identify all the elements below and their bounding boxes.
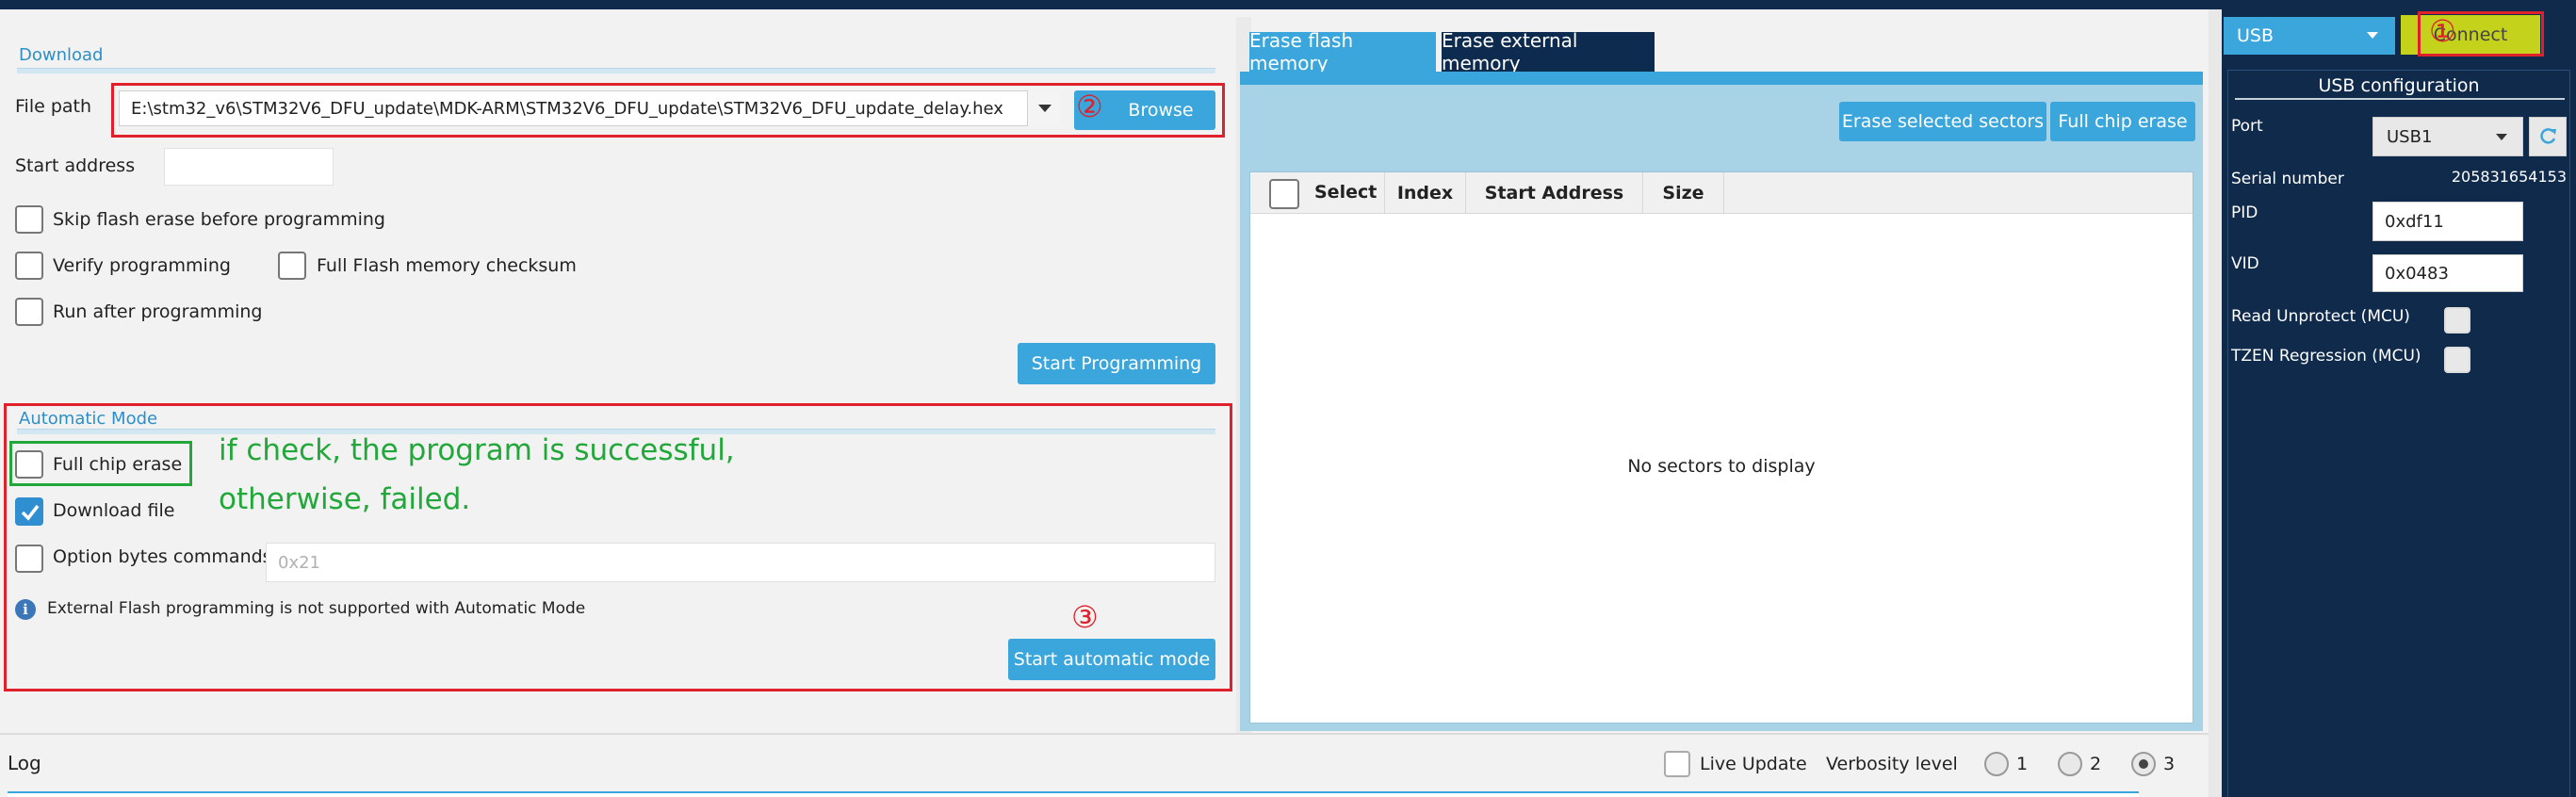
vid-label: VID xyxy=(2231,254,2259,273)
auto-full-chip-erase-checkbox[interactable] xyxy=(15,450,43,479)
tab-erase-flash-memory[interactable]: Erase flash memory xyxy=(1249,29,1436,74)
log-title: Log xyxy=(8,752,41,774)
verbosity-radio-2[interactable] xyxy=(2058,752,2082,776)
download-file-label: Download file xyxy=(53,500,175,521)
option-bytes-placeholder: 0x21 xyxy=(278,552,321,573)
run-after-programming-label: Run after programming xyxy=(53,301,263,322)
chevron-down-icon xyxy=(2496,134,2507,140)
annotation-circle-3: ③ xyxy=(1071,599,1099,635)
automatic-mode-note: External Flash programming is not suppor… xyxy=(47,599,586,618)
annotation-note-line1: if check, the program is successful, xyxy=(219,433,735,467)
refresh-icon xyxy=(2540,128,2556,144)
auto-full-chip-erase-label: Full chip erase xyxy=(53,454,183,475)
chevron-down-icon xyxy=(2367,32,2378,39)
column-header-start-address: Start Address xyxy=(1466,172,1643,214)
tab-erase-external-memory[interactable]: Erase external memory xyxy=(1442,29,1655,74)
verbosity-label: Verbosity level xyxy=(1826,754,1958,774)
download-section-divider xyxy=(17,68,1215,73)
tzen-regression-checkbox[interactable] xyxy=(2444,347,2470,373)
port-value: USB1 xyxy=(2387,126,2433,147)
verify-programming-label: Verify programming xyxy=(53,255,231,276)
pid-value: 0xdf11 xyxy=(2385,211,2444,232)
empty-table-message: No sectors to display xyxy=(1627,456,1816,477)
run-after-programming-checkbox[interactable] xyxy=(15,298,43,326)
download-section-title: Download xyxy=(19,45,104,65)
column-header-select: Select xyxy=(1314,182,1378,203)
file-path-label: File path xyxy=(15,96,92,117)
skip-erase-checkbox[interactable] xyxy=(15,205,43,234)
full-checksum-checkbox[interactable] xyxy=(278,252,306,280)
port-label: Port xyxy=(2231,117,2263,136)
full-chip-erase-button[interactable]: Full chip erase xyxy=(2050,102,2195,141)
annotation-circle-1: ① xyxy=(2429,13,2456,49)
verbosity-level-3-label: 3 xyxy=(2163,754,2176,774)
full-checksum-label: Full Flash memory checksum xyxy=(317,255,577,276)
annotation-box-browse xyxy=(111,83,1225,138)
start-address-input[interactable] xyxy=(164,148,334,186)
refresh-button[interactable] xyxy=(2529,117,2567,156)
verbosity-radio-1[interactable] xyxy=(1984,752,2009,776)
automatic-section-title: Automatic Mode xyxy=(19,409,158,429)
log-output-area[interactable] xyxy=(8,791,2139,797)
interface-value: USB xyxy=(2237,25,2274,46)
start-automatic-mode-button[interactable]: Start automatic mode xyxy=(1008,639,1215,680)
erase-selected-sectors-button[interactable]: Erase selected sectors xyxy=(1839,102,2046,141)
usb-config-title: USB configuration xyxy=(2318,75,2480,96)
skip-erase-label: Skip flash erase before programming xyxy=(53,209,385,230)
option-bytes-checkbox[interactable] xyxy=(15,545,43,573)
info-icon: i xyxy=(15,599,36,620)
checkmark-icon xyxy=(21,504,40,521)
pid-input[interactable]: 0xdf11 xyxy=(2372,202,2523,241)
annotation-circle-2: ② xyxy=(1076,89,1103,124)
live-update-checkbox[interactable] xyxy=(1664,751,1690,777)
pid-label: PID xyxy=(2231,203,2258,222)
read-unprotect-checkbox[interactable] xyxy=(2444,307,2470,333)
interface-select[interactable]: USB xyxy=(2224,17,2395,55)
tzen-regression-label: TZEN Regression (MCU) xyxy=(2231,347,2421,366)
download-file-checkbox[interactable] xyxy=(15,497,43,526)
verbosity-level-1-label: 1 xyxy=(2016,754,2029,774)
start-address-label: Start address xyxy=(15,155,136,176)
port-select[interactable]: USB1 xyxy=(2372,117,2523,156)
option-bytes-label: Option bytes commands xyxy=(53,546,272,567)
start-programming-button[interactable]: Start Programming xyxy=(1018,343,1215,384)
sectors-table xyxy=(1249,171,2193,724)
right-panel-splitter xyxy=(2209,9,2222,797)
option-bytes-input[interactable]: 0x21 xyxy=(266,543,1215,582)
serial-number-label: Serial number xyxy=(2231,170,2344,188)
vid-value: 0x0483 xyxy=(2385,263,2449,284)
annotation-note-line2: otherwise, failed. xyxy=(219,482,471,516)
column-header-size: Size xyxy=(1643,172,1724,214)
sectors-table-header: Select Index Start Address Size xyxy=(1250,172,2193,214)
vid-input[interactable]: 0x0483 xyxy=(2372,254,2523,292)
read-unprotect-label: Read Unprotect (MCU) xyxy=(2231,307,2410,326)
serial-number-value: 205831654153 xyxy=(2451,168,2567,186)
verify-programming-checkbox[interactable] xyxy=(15,252,43,280)
window-top-bar xyxy=(0,0,2576,9)
log-divider xyxy=(0,733,2209,735)
usb-config-divider xyxy=(2235,98,2565,100)
verbosity-radio-3[interactable] xyxy=(2131,752,2156,776)
verbosity-level-2-label: 2 xyxy=(2090,754,2102,774)
live-update-label: Live Update xyxy=(1700,754,1807,774)
column-header-index: Index xyxy=(1385,172,1466,214)
